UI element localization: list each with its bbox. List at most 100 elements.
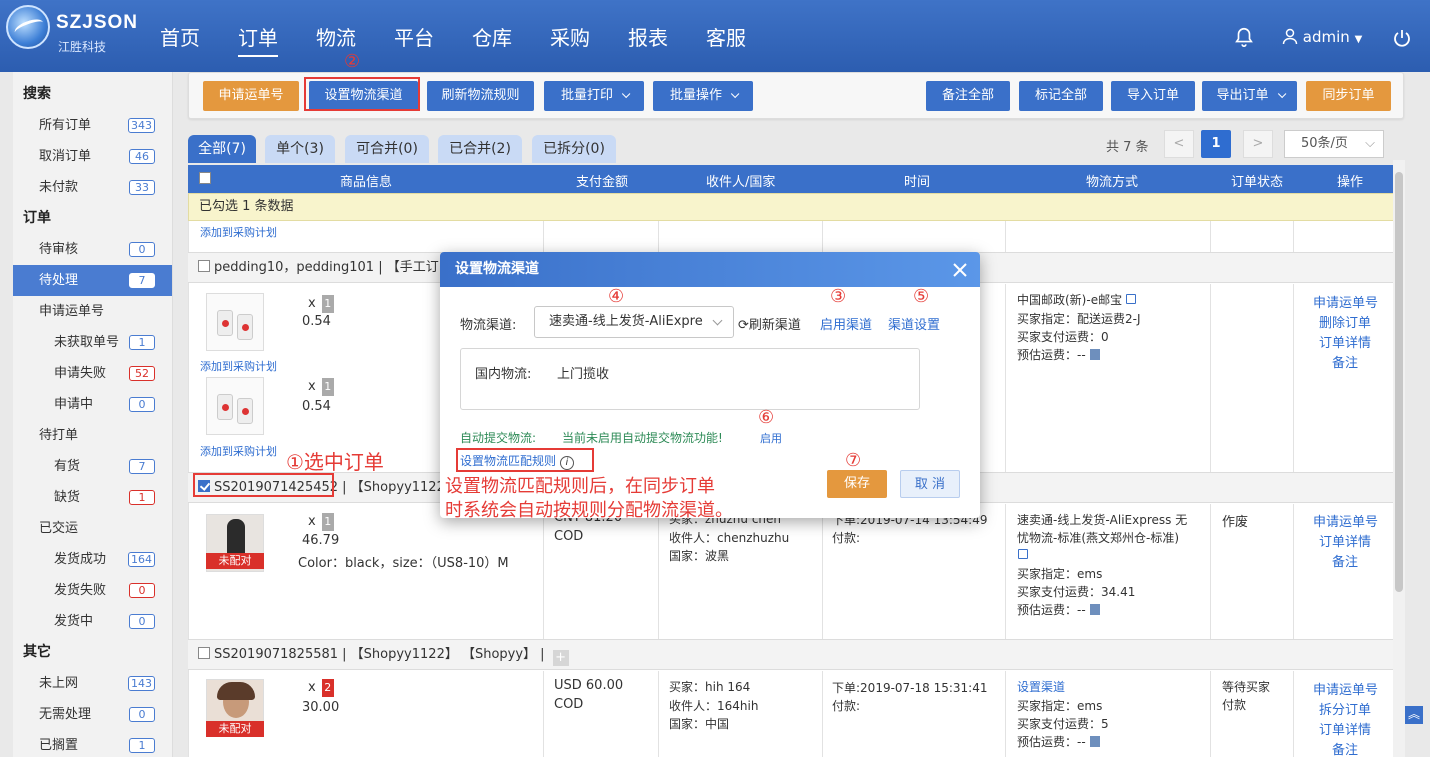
sidebar-item-ship-success[interactable]: 发货成功 164 — [13, 544, 172, 575]
cancel-button[interactable]: 取 消 — [900, 470, 960, 498]
divider — [1005, 221, 1006, 252]
chevron-down-icon — [621, 89, 631, 99]
tab-single[interactable]: 单个(3) — [265, 135, 335, 163]
buyer-name: 买家：hih 164 — [669, 680, 751, 694]
sidebar-item-apply-waybill[interactable]: 申请运单号 — [13, 296, 172, 327]
sidebar-item-pending-review[interactable]: 待审核 0 — [13, 234, 172, 265]
calculator-icon[interactable] — [1089, 736, 1100, 747]
refresh-rules-button[interactable]: 刷新物流规则 — [427, 81, 534, 111]
nav-purchase[interactable]: 采购 — [550, 22, 590, 57]
count-badge: 33 — [129, 180, 155, 195]
add-to-purchase-link[interactable]: 添加到采购计划 — [200, 443, 277, 459]
sidebar-item-ship-failed[interactable]: 发货失败 0 — [13, 575, 172, 606]
sidebar-item-shipping[interactable]: 发货中 0 — [13, 606, 172, 637]
order-group-header: SS2019071825581 | 【Shopyy1122】 【Shopyy】 … — [188, 639, 1404, 670]
add-to-purchase-link[interactable]: 添加到采购计划 — [200, 358, 277, 374]
remark-link[interactable]: 备注 — [1332, 352, 1358, 371]
next-page-button[interactable]: > — [1243, 130, 1273, 158]
refresh-channel-button[interactable]: ⟳刷新渠道 — [738, 314, 801, 333]
sidebar-item-to-process[interactable]: 待处理 7 — [13, 265, 172, 296]
save-button[interactable]: 保存 — [827, 470, 887, 498]
page-number-1[interactable]: 1 — [1201, 130, 1231, 158]
apply-waybill-link[interactable]: 申请运单号 — [1313, 679, 1378, 698]
sidebar-item-not-online[interactable]: 未上网 143 — [13, 668, 172, 699]
sidebar-item-applying[interactable]: 申请中 0 — [13, 389, 172, 420]
tab-split[interactable]: 已拆分(0) — [532, 135, 616, 163]
bell-icon[interactable] — [1233, 26, 1255, 48]
sidebar-item-apply-failed[interactable]: 申请失败 52 — [13, 358, 172, 389]
product-thumbnail[interactable] — [206, 293, 264, 351]
col-time: 时间 — [904, 175, 931, 190]
tab-mergeable[interactable]: 可合并(0) — [345, 135, 429, 163]
auto-submit-enable-link[interactable]: 启用 — [760, 430, 782, 446]
back-to-top-icon[interactable]: ︽ — [1405, 706, 1423, 724]
add-to-purchase-link[interactable]: 添加到采购计划 — [200, 224, 277, 240]
remark-link[interactable]: 备注 — [1332, 739, 1358, 757]
close-icon[interactable] — [950, 260, 970, 280]
order-detail-link[interactable]: 订单详情 — [1319, 531, 1371, 550]
nav-reports[interactable]: 报表 — [628, 22, 668, 57]
sidebar-item-all-orders[interactable]: 所有订单 343 — [13, 110, 172, 141]
apply-waybill-button[interactable]: 申请运单号 — [203, 81, 299, 111]
order-detail-link[interactable]: 订单详情 — [1319, 332, 1371, 351]
mark-all-button[interactable]: 标记全部 — [1019, 81, 1103, 111]
remark-all-button[interactable]: 备注全部 — [926, 81, 1010, 111]
logo[interactable]: SZJSON 江胜科技 — [6, 5, 137, 57]
split-order-link[interactable]: 拆分订单 — [1319, 699, 1371, 718]
order-checkbox[interactable] — [198, 647, 210, 659]
select-all-checkbox[interactable] — [199, 172, 211, 184]
export-orders-button[interactable]: 导出订单 — [1202, 81, 1297, 111]
user-icon — [1282, 28, 1298, 45]
prev-page-button[interactable]: < — [1164, 130, 1194, 158]
sidebar-item-to-print[interactable]: 待打单 — [13, 420, 172, 451]
count-badge: 1 — [129, 490, 155, 505]
nav-platform[interactable]: 平台 — [394, 22, 434, 57]
apply-waybill-link[interactable]: 申请运单号 — [1313, 292, 1378, 311]
sidebar-item-no-need[interactable]: 无需处理 0 — [13, 699, 172, 730]
recipient-country: 国家：中国 — [669, 717, 730, 731]
calculator-icon[interactable] — [1089, 604, 1100, 615]
power-icon[interactable] — [1392, 28, 1412, 48]
order-detail-link[interactable]: 订单详情 — [1319, 719, 1371, 738]
edit-icon[interactable] — [1125, 294, 1136, 304]
user-menu[interactable]: admin ▼ — [1282, 28, 1362, 46]
order-checkbox[interactable] — [198, 260, 210, 272]
delete-order-link[interactable]: 删除订单 — [1319, 312, 1371, 331]
annotation-step-2: ② — [344, 51, 361, 72]
sidebar-item-in-stock[interactable]: 有货 7 — [13, 451, 172, 482]
plus-icon[interactable]: + — [552, 650, 569, 666]
edit-icon[interactable] — [1018, 549, 1028, 559]
calculator-icon[interactable] — [1089, 349, 1100, 360]
domestic-label: 国内物流: — [475, 367, 532, 382]
remark-link[interactable]: 备注 — [1332, 551, 1358, 570]
batch-ops-button[interactable]: 批量操作 — [653, 81, 753, 111]
enable-channel-link[interactable]: 启用渠道 — [820, 314, 872, 333]
col-amount: 支付金额 — [576, 175, 629, 190]
variant-info: Color：black，size：（US8-10）M — [298, 556, 509, 571]
nav-service[interactable]: 客服 — [706, 22, 746, 57]
sidebar-item-unpaid[interactable]: 未付款 33 — [13, 172, 172, 203]
set-channel-link[interactable]: 设置渠道 — [1017, 678, 1065, 695]
domestic-value: 上门揽收 — [557, 367, 610, 382]
nav-warehouse[interactable]: 仓库 — [472, 22, 512, 57]
batch-print-button[interactable]: 批量打印 — [544, 81, 644, 111]
scrollbar-thumb[interactable] — [1395, 172, 1403, 592]
divider — [1005, 504, 1006, 640]
sidebar-item-shelved[interactable]: 已搁置 1 — [13, 730, 172, 757]
sidebar-item-shipped[interactable]: 已交运 — [13, 513, 172, 544]
apply-waybill-link[interactable]: 申请运单号 — [1313, 511, 1378, 530]
product-thumbnail[interactable] — [206, 377, 264, 435]
sync-orders-button[interactable]: 同步订单 — [1306, 81, 1391, 111]
nav-home[interactable]: 首页 — [160, 22, 200, 57]
sidebar-item-no-tracking[interactable]: 未获取单号 1 — [13, 327, 172, 358]
count-badge: 0 — [129, 583, 155, 598]
nav-orders[interactable]: 订单 — [238, 22, 278, 57]
tab-all[interactable]: 全部(7) — [188, 135, 256, 163]
sidebar-item-out-of-stock[interactable]: 缺货 1 — [13, 482, 172, 513]
page-size-select[interactable]: 50条/页 ⌵ — [1284, 130, 1384, 158]
import-orders-button[interactable]: 导入订单 — [1111, 81, 1195, 111]
tab-merged[interactable]: 已合并(2) — [438, 135, 522, 163]
channel-select[interactable]: 速卖通-线上发货-AliExpre — [534, 306, 734, 338]
sidebar-item-cancelled[interactable]: 取消订单 46 — [13, 141, 172, 172]
channel-settings-link[interactable]: 渠道设置 — [888, 314, 940, 333]
